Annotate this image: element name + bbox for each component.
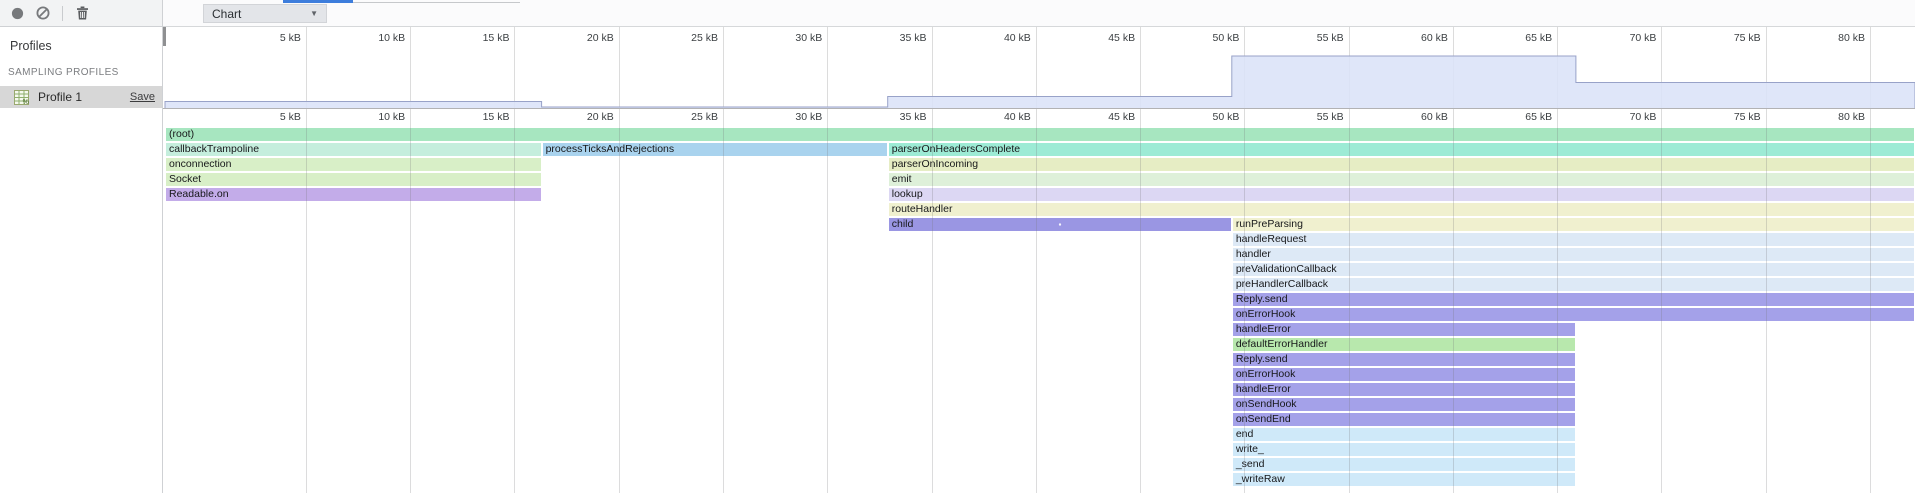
flame-chart[interactable]: (root) callbackTrampolineprocessTicksAndR… (163, 126, 1915, 493)
sidebar-title: Profiles (0, 27, 162, 53)
svg-text:%: % (23, 99, 29, 105)
flame-bar[interactable]: Readable.on (166, 188, 541, 201)
ruler-tick-label: 15 kB (439, 111, 509, 123)
flame-bar[interactable]: callbackTrampoline (166, 143, 541, 156)
flame-bar[interactable]: preValidationCallback (1233, 263, 1914, 276)
flame-gridline (827, 126, 828, 493)
ruler-tick-label: 75 kB (1691, 111, 1761, 123)
ruler-tick-label: 80 kB (1795, 32, 1865, 44)
flame-bar[interactable]: child (889, 218, 1231, 231)
ruler-tick-label: 20 kB (544, 111, 614, 123)
ruler-tick-label: 45 kB (1065, 32, 1135, 44)
flame-bar[interactable]: (root) (166, 128, 1914, 141)
ruler-tick-label: 15 kB (439, 32, 509, 44)
memory-overview[interactable]: 5 kB 10 kB 15 kB 20 kB 25 kB 30 kB 35 kB 40 kB 4… (163, 27, 1915, 126)
flame-bar[interactable]: handleError (1233, 383, 1575, 396)
flame-bar[interactable]: processTicksAndRejections (543, 143, 887, 156)
flame-bar[interactable]: parserOnHeadersComplete (889, 143, 1914, 156)
profile-name: Profile 1 (38, 90, 130, 104)
profile-table-icon: % (14, 90, 29, 105)
ruler-tick-label: 35 kB (857, 111, 927, 123)
ruler-tick-label: 55 kB (1274, 111, 1344, 123)
sampling-profiles-section-label: SAMPLING PROFILES (0, 53, 162, 78)
ruler-tick-label: 80 kB (1795, 111, 1865, 123)
flame-bar[interactable]: defaultErrorHandler (1233, 338, 1575, 351)
ruler-tick-label: 25 kB (648, 111, 718, 123)
ruler-tick-label: 5 kB (231, 111, 301, 123)
flame-bar[interactable]: runPreParsing (1233, 218, 1914, 231)
ruler-tick-label: 60 kB (1378, 111, 1448, 123)
flame-bar[interactable]: _send (1233, 458, 1575, 471)
ruler-tick-label: 10 kB (335, 111, 405, 123)
view-selector-dropdown[interactable]: Chart ▼ (203, 4, 327, 23)
ruler-tick-label: 70 kB (1586, 111, 1656, 123)
ruler-tick-label: 40 kB (961, 111, 1031, 123)
flame-bar[interactable]: onSendEnd (1233, 413, 1575, 426)
delete-profile-icon[interactable] (75, 6, 89, 20)
tab-strip-line (353, 2, 520, 3)
flame-bar[interactable]: write_ (1233, 443, 1575, 456)
overview-area-svg (163, 46, 1915, 109)
memory-profiler-panel: Chart ▼ Profiles SAMPLING PROFILES % Pro… (0, 0, 1915, 493)
ruler-tick-label: 5 kB (231, 32, 301, 44)
flame-bar[interactable]: handleError (1233, 323, 1575, 336)
flame-bar[interactable]: routeHandler (889, 203, 1914, 216)
ruler-tick-label: 40 kB (961, 32, 1031, 44)
view-selector-value: Chart (212, 7, 241, 21)
flame-bar[interactable]: handleRequest (1233, 233, 1914, 246)
flame-bar[interactable]: Socket (166, 173, 541, 186)
ruler-tick-label: 35 kB (857, 32, 927, 44)
flame-bar[interactable]: onconnection (166, 158, 541, 171)
flame-bar[interactable]: lookup (889, 188, 1914, 201)
flame-bar[interactable]: onSendHook (1233, 398, 1575, 411)
clear-profiles-icon[interactable] (36, 6, 50, 20)
flame-bar[interactable]: preHandlerCallback (1233, 278, 1914, 291)
ruler-tick-label: 45 kB (1065, 111, 1135, 123)
profiler-toolbar (0, 0, 163, 27)
flame-gridline (619, 126, 620, 493)
ruler-tick-label: 65 kB (1482, 32, 1552, 44)
overview-left-edge-marker (163, 27, 166, 46)
ruler-tick-label: 60 kB (1378, 32, 1448, 44)
chart-region: 5 kB 10 kB 15 kB 20 kB 25 kB 30 kB 35 kB 40 kB 4… (163, 27, 1915, 493)
ruler-tick-label: 20 kB (544, 32, 614, 44)
active-tab-indicator (283, 0, 353, 3)
flame-bar[interactable]: _writeRaw (1233, 473, 1575, 486)
ruler-tick-label: 10 kB (335, 32, 405, 44)
ruler-tick-label: 75 kB (1691, 32, 1761, 44)
overview-baseline (163, 108, 1915, 109)
flame-bar[interactable]: Reply.send (1233, 293, 1914, 306)
chevron-down-icon: ▼ (310, 9, 318, 18)
ruler-tick-label: 25 kB (648, 32, 718, 44)
ruler-tick-label: 50 kB (1169, 32, 1239, 44)
ruler-tick-label: 65 kB (1482, 111, 1552, 123)
flame-bar[interactable]: handler (1233, 248, 1914, 261)
panel-header: Chart ▼ (163, 0, 1915, 27)
flame-bar[interactable]: end (1233, 428, 1575, 441)
profiles-sidebar: Profiles SAMPLING PROFILES % Profile 1 S… (0, 27, 163, 493)
ruler-tick-label: 70 kB (1586, 32, 1656, 44)
ruler-tick-label: 30 kB (752, 111, 822, 123)
toolbar-separator (62, 6, 63, 21)
flame-gridline (723, 126, 724, 493)
flame-bar[interactable]: onErrorHook (1233, 308, 1914, 321)
ruler-tick-label: 30 kB (752, 32, 822, 44)
flame-bar[interactable]: Reply.send (1233, 353, 1575, 366)
profile-list-item[interactable]: % Profile 1 Save (0, 86, 162, 108)
record-profile-button[interactable] (10, 6, 24, 20)
ruler-tick-label: 50 kB (1169, 111, 1239, 123)
overview-area-chart[interactable] (163, 46, 1915, 109)
save-profile-link[interactable]: Save (130, 91, 155, 103)
ruler-tick-label: 55 kB (1274, 32, 1344, 44)
flame-bar[interactable]: onErrorHook (1233, 368, 1575, 381)
flame-bar[interactable]: parserOnIncoming (889, 158, 1914, 171)
flame-bar[interactable]: emit (889, 173, 1914, 186)
